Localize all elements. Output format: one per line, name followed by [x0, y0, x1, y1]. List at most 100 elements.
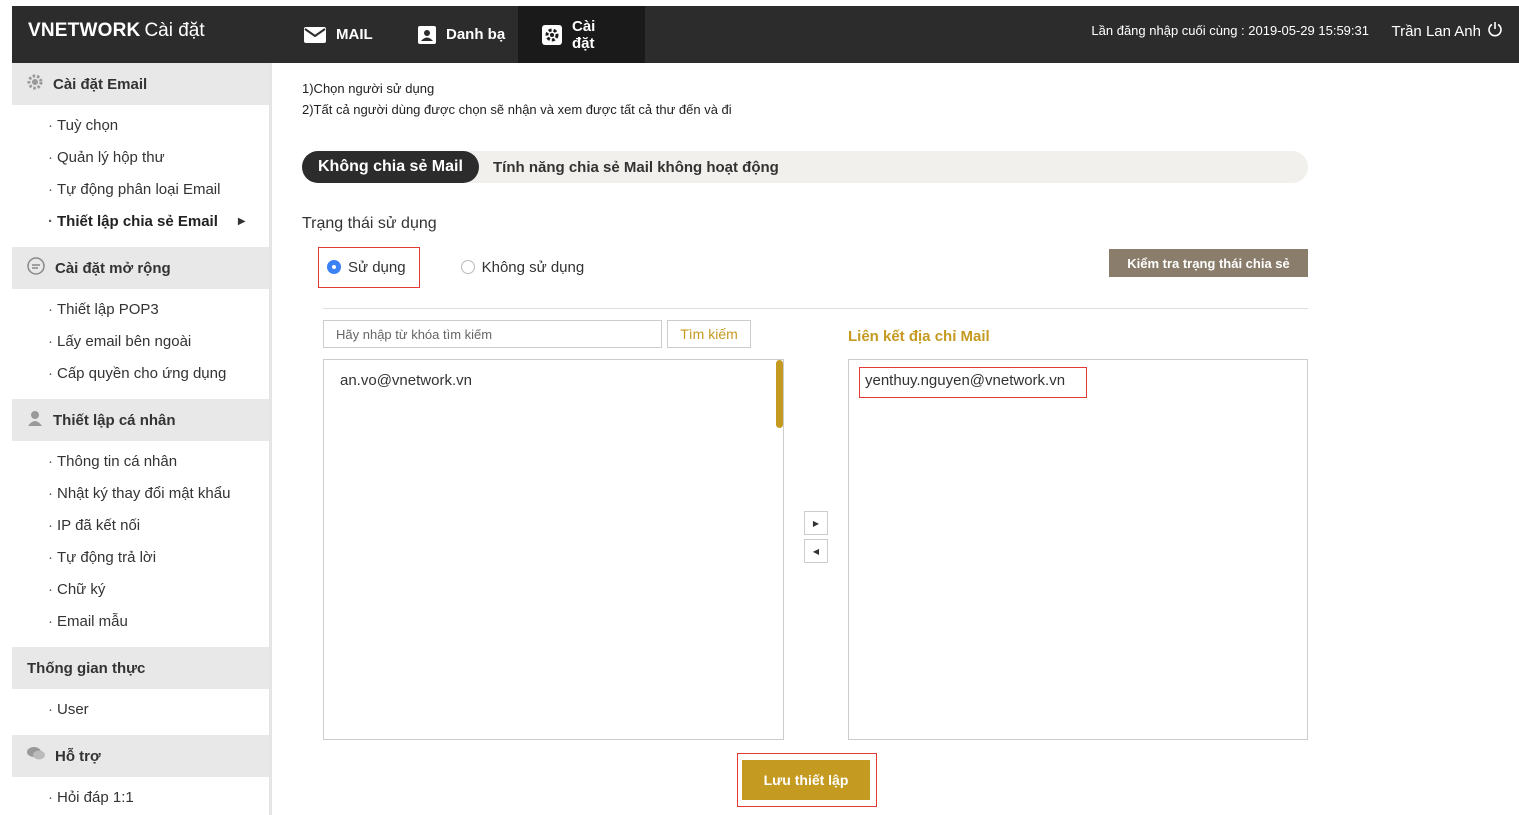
- main-content: 1)Chọn người sử dụng 2)Tất cả người dùng…: [302, 63, 1308, 815]
- bullet: ·: [48, 300, 53, 318]
- bullet: ·: [48, 452, 53, 470]
- bullet: ·: [48, 700, 53, 718]
- linked-mail-title: Liên kết địa chỉ Mail: [848, 328, 990, 345]
- save-settings-button[interactable]: Lưu thiết lập: [742, 760, 870, 800]
- instructions: 1)Chọn người sử dụng 2)Tất cả người dùng…: [302, 78, 732, 120]
- status-message: Tính năng chia sẻ Mail không hoạt động: [493, 159, 779, 176]
- move-right-button[interactable]: ▶: [804, 511, 828, 535]
- sidebar-item-options[interactable]: · Tuỳ chọn: [12, 109, 269, 141]
- sharing-status-bar: Không chia sẻ Mail Tính năng chia sẻ Mai…: [302, 151, 1308, 183]
- bullet: ·: [48, 580, 53, 598]
- settings-sidebar: Cài đặt Email · Tuỳ chọn · Quản lý hộp thư…: [12, 63, 272, 815]
- sidebar-item-label: User: [57, 700, 89, 718]
- sidebar-section-title: Thống gian thực: [27, 659, 146, 677]
- bullet: ·: [48, 484, 53, 502]
- radio-not-use-indicator[interactable]: [460, 260, 475, 274]
- sidebar-item-email-sharing[interactable]: · Thiết lập chia sẻ Email ▶: [12, 205, 269, 237]
- status-badge: Không chia sẻ Mail: [302, 151, 479, 183]
- sidebar-item-label: Cấp quyền cho ứng dụng: [57, 364, 227, 382]
- logo-subtitle: Cài đặt: [144, 20, 205, 41]
- bullet: ·: [48, 516, 53, 534]
- sidebar-item-label: Tuỳ chọn: [57, 116, 119, 134]
- divider: [323, 308, 1308, 309]
- person-icon: [26, 409, 44, 431]
- mail-icon: [304, 26, 326, 43]
- available-users-list[interactable]: an.vo@vnetwork.vn: [323, 359, 784, 740]
- sidebar-section-email: Cài đặt Email: [12, 63, 269, 105]
- sidebar-item-auto-reply[interactable]: · Tự động trả lời: [12, 541, 269, 573]
- tab-mail-label: MAIL: [336, 26, 373, 43]
- bullet: ·: [48, 788, 53, 806]
- bullet: ·: [48, 116, 53, 134]
- sidebar-item-connected-ip[interactable]: · IP đã kết nối: [12, 509, 269, 541]
- app-logo[interactable]: VNETWORK Cài đặt: [28, 20, 205, 42]
- bullet: ·: [48, 212, 53, 230]
- sidebar-section-extension: Cài đặt mở rộng: [12, 247, 269, 289]
- sidebar-item-label: Nhật ký thay đổi mật khẩu: [57, 484, 231, 502]
- tab-mail[interactable]: MAIL: [280, 6, 397, 63]
- tab-settings-label: Cài đặt: [572, 17, 596, 52]
- radio-use-indicator[interactable]: [327, 260, 341, 274]
- bullet: ·: [48, 612, 53, 630]
- sidebar-item-password-log[interactable]: · Nhật ký thay đổi mật khẩu: [12, 477, 269, 509]
- search-button[interactable]: Tìm kiếm: [667, 320, 751, 348]
- sidebar-item-label: Tự động phân loại Email: [57, 180, 221, 198]
- contacts-icon: [418, 25, 436, 44]
- radio-use[interactable]: Sử dụng: [327, 259, 406, 276]
- bullet: ·: [48, 332, 53, 350]
- sidebar-item-label: Lấy email bên ngoài: [57, 332, 192, 350]
- logo-brand: VNETWORK: [28, 20, 141, 41]
- top-header: VNETWORK Cài đặt MAIL Danh bạ Cài đặt Lầ…: [12, 6, 1519, 63]
- highlight-box-save: Lưu thiết lập: [737, 753, 877, 807]
- search-input[interactable]: [323, 320, 662, 348]
- check-sharing-status-button[interactable]: Kiểm tra trạng thái chia sẻ: [1109, 249, 1308, 277]
- usage-radio-group: Sử dụng Không sử dụng: [318, 247, 584, 287]
- sidebar-item-qna[interactable]: · Hỏi đáp 1:1: [12, 781, 269, 813]
- tab-settings[interactable]: Cài đặt: [518, 6, 645, 63]
- bullet: ·: [48, 548, 53, 566]
- sidebar-section-title: Cài đặt mở rộng: [55, 259, 171, 277]
- linked-users-list[interactable]: yenthuy.nguyen@vnetwork.vn: [848, 359, 1308, 740]
- sidebar-section-personal: Thiết lập cá nhân: [12, 399, 269, 441]
- sidebar-item-label: Chữ ký: [57, 580, 106, 598]
- last-login-text: Lần đăng nhập cuối cùng : 2019-05-29 15:…: [1091, 23, 1369, 38]
- instruction-1: 1)Chọn người sử dụng: [302, 81, 435, 96]
- bullet: ·: [48, 148, 53, 166]
- move-left-button[interactable]: ◀: [804, 539, 828, 563]
- sidebar-item-label: Thông tin cá nhân: [57, 452, 178, 470]
- power-icon[interactable]: [1487, 21, 1503, 41]
- radio-use-label: Sử dụng: [348, 258, 406, 276]
- sidebar-section-title: Thiết lập cá nhân: [53, 411, 176, 429]
- radio-not-use[interactable]: Không sử dụng: [460, 258, 585, 276]
- sidebar-item-personal-info[interactable]: · Thông tin cá nhân: [12, 445, 269, 477]
- settings-icon: [542, 24, 562, 45]
- sidebar-item-user[interactable]: · User: [12, 693, 269, 725]
- sidebar-item-label: Thiết lập POP3: [57, 300, 159, 318]
- sidebar-section-title: Hỗ trợ: [55, 747, 101, 765]
- sidebar-item-app-permission[interactable]: · Cấp quyền cho ứng dụng: [12, 357, 269, 389]
- list-item[interactable]: an.vo@vnetwork.vn: [340, 372, 472, 389]
- scrollbar-thumb[interactable]: [776, 360, 783, 428]
- sidebar-item-label: Quản lý hộp thư: [57, 148, 165, 166]
- caret-right-icon: ▶: [237, 215, 246, 227]
- arrow-right-icon: ▶: [812, 518, 820, 528]
- tab-contacts[interactable]: Danh bạ: [394, 6, 529, 63]
- sidebar-section-support: Hỗ trợ: [12, 735, 269, 777]
- sidebar-section-title: Cài đặt Email: [53, 75, 148, 93]
- sidebar-item-label: Email mẫu: [57, 612, 128, 630]
- sidebar-item-pop3[interactable]: · Thiết lập POP3: [12, 293, 269, 325]
- radio-not-use-label: Không sử dụng: [481, 258, 585, 276]
- gear-icon: [26, 73, 44, 95]
- sidebar-item-auto-sort[interactable]: · Tự động phân loại Email: [12, 173, 269, 205]
- sidebar-item-email-template[interactable]: · Email mẫu: [12, 605, 269, 637]
- sidebar-item-label: IP đã kết nối: [57, 516, 141, 534]
- sidebar-item-label: Tự động trả lời: [57, 548, 157, 566]
- sidebar-item-mailbox[interactable]: · Quản lý hộp thư: [12, 141, 269, 173]
- tab-contacts-label: Danh bạ: [446, 26, 506, 43]
- sidebar-item-label: Hỏi đáp 1:1: [57, 788, 134, 806]
- user-menu[interactable]: Trần Lan Anh: [1391, 21, 1503, 41]
- sidebar-item-signature[interactable]: · Chữ ký: [12, 573, 269, 605]
- sidebar-item-external-email[interactable]: · Lấy email bên ngoài: [12, 325, 269, 357]
- bullet: ·: [48, 364, 53, 382]
- usage-status-title: Trạng thái sử dụng: [302, 215, 437, 232]
